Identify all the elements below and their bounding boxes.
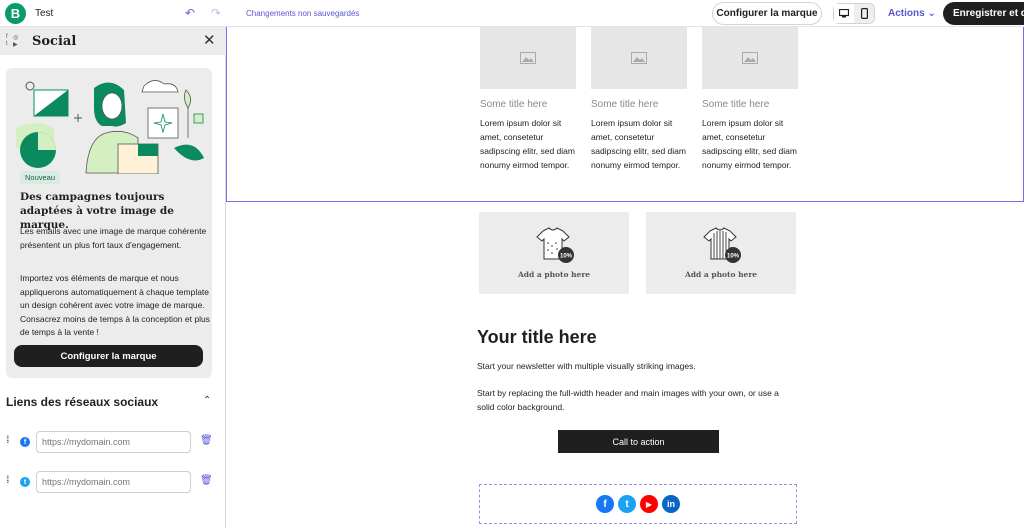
image-placeholder[interactable] — [480, 27, 576, 89]
photo-placeholder[interactable]: 10% Add a photo here — [479, 212, 629, 294]
photo-label: Add a photo here — [517, 270, 591, 279]
email-canvas: Some title here Lorem ipsum dolor sit am… — [226, 27, 1024, 528]
selected-content-block[interactable]: Some title here Lorem ipsum dolor sit am… — [226, 27, 1024, 202]
photo-placeholder[interactable]: 10% Add a photo here — [646, 212, 796, 294]
image-icon — [742, 52, 758, 64]
column-text: Lorem ipsum dolor sit amet, consetetur s… — [480, 118, 575, 170]
trash-icon[interactable]: 🗑 — [200, 475, 213, 486]
image-icon — [631, 52, 647, 64]
brevo-logo[interactable]: B — [5, 3, 26, 24]
configure-brand-button[interactable]: Configurer la marque — [712, 2, 822, 25]
youtube-icon[interactable]: ▶ — [640, 495, 658, 513]
call-to-action-button[interactable]: Call to action — [558, 430, 719, 453]
new-badge: Nouveau — [20, 171, 61, 184]
facebook-icon[interactable]: f — [596, 495, 614, 513]
social-icons-block[interactable]: f t ▶ in — [479, 484, 797, 524]
column-title: Some title here — [480, 99, 548, 110]
sidebar-title: Social — [32, 34, 77, 49]
actions-label: Actions — [888, 8, 925, 19]
social-block-icon: f ◎ t ▶ — [6, 34, 19, 48]
sidebar-header: f ◎ t ▶ Social ✕ — [0, 27, 226, 55]
facebook-url-input[interactable] — [36, 431, 191, 453]
column-text: Lorem ipsum dolor sit amet, consetetur s… — [591, 118, 686, 170]
redo-icon[interactable]: ↷ — [211, 6, 221, 20]
column-text: Lorem ipsum dolor sit amet, consetetur s… — [702, 118, 797, 170]
social-link-row: ⁞⁞ t 🗑 — [6, 471, 216, 493]
discount-label: 10% — [560, 254, 573, 260]
image-placeholder[interactable] — [591, 27, 687, 89]
chevron-up-icon[interactable]: ⌃ — [203, 395, 211, 406]
actions-menu[interactable]: Actions ⌄ — [888, 8, 936, 19]
twitter-icon[interactable]: t — [618, 495, 636, 513]
trash-icon[interactable]: 🗑 — [200, 435, 213, 446]
newsletter-paragraph[interactable]: Start your newsletter with multiple visu… — [477, 361, 696, 371]
drag-handle-icon[interactable]: ⁞⁞ — [6, 435, 9, 446]
settings-sidebar: f ◎ t ▶ Social ✕ Nouveau Des campagnes t… — [0, 27, 226, 528]
discount-label: 10% — [727, 254, 740, 260]
column-title: Some title here — [591, 99, 659, 110]
social-link-row: ⁞⁞ f 🗑 — [6, 431, 216, 453]
image-icon — [520, 52, 536, 64]
close-icon[interactable]: ✕ — [203, 31, 216, 49]
content-column[interactable]: Some title here Lorem ipsum dolor sit am… — [591, 27, 687, 172]
linkedin-icon[interactable]: in — [662, 495, 680, 513]
configure-brand-button[interactable]: Configurer la marque — [14, 345, 203, 367]
desktop-view-icon[interactable] — [834, 4, 854, 23]
device-toggle — [833, 3, 875, 24]
social-links-heading: Liens des réseaux sociaux — [6, 395, 159, 409]
top-bar: B Test ↶ ↷ Changements non sauvegardés C… — [0, 0, 1024, 27]
content-column[interactable]: Some title here Lorem ipsum dolor sit am… — [702, 27, 798, 172]
undo-icon[interactable]: ↶ — [185, 6, 195, 20]
promo-paragraph: Importez vos éléments de marque et nous … — [20, 273, 210, 337]
newsletter-title[interactable]: Your title here — [477, 327, 597, 348]
twitter-url-input[interactable] — [36, 471, 191, 493]
tshirt-icon: 10% — [703, 227, 741, 263]
tshirt-icon: 10% — [536, 227, 574, 263]
newsletter-paragraph[interactable]: Start by replacing the full-width header… — [477, 387, 797, 414]
content-column[interactable]: Some title here Lorem ipsum dolor sit am… — [480, 27, 576, 172]
save-and-quit-button[interactable]: Enregistrer et qu — [943, 2, 1024, 25]
campaign-name[interactable]: Test — [35, 8, 53, 19]
photo-label: Add a photo here — [684, 270, 758, 279]
brand-illustration — [16, 80, 204, 174]
drag-handle-icon[interactable]: ⁞⁞ — [6, 475, 9, 486]
chevron-down-icon: ⌄ — [924, 8, 936, 19]
brand-promo-card: Nouveau Des campagnes toujours adaptées … — [6, 68, 212, 378]
facebook-icon: f — [20, 437, 30, 447]
promo-paragraph: Les emails avec une image de marque cohé… — [20, 226, 207, 250]
image-placeholder[interactable] — [702, 27, 798, 89]
mobile-view-icon[interactable] — [854, 4, 874, 23]
column-title: Some title here — [702, 99, 770, 110]
unsaved-status: Changements non sauvegardés — [246, 9, 360, 18]
twitter-icon: t — [20, 477, 30, 487]
